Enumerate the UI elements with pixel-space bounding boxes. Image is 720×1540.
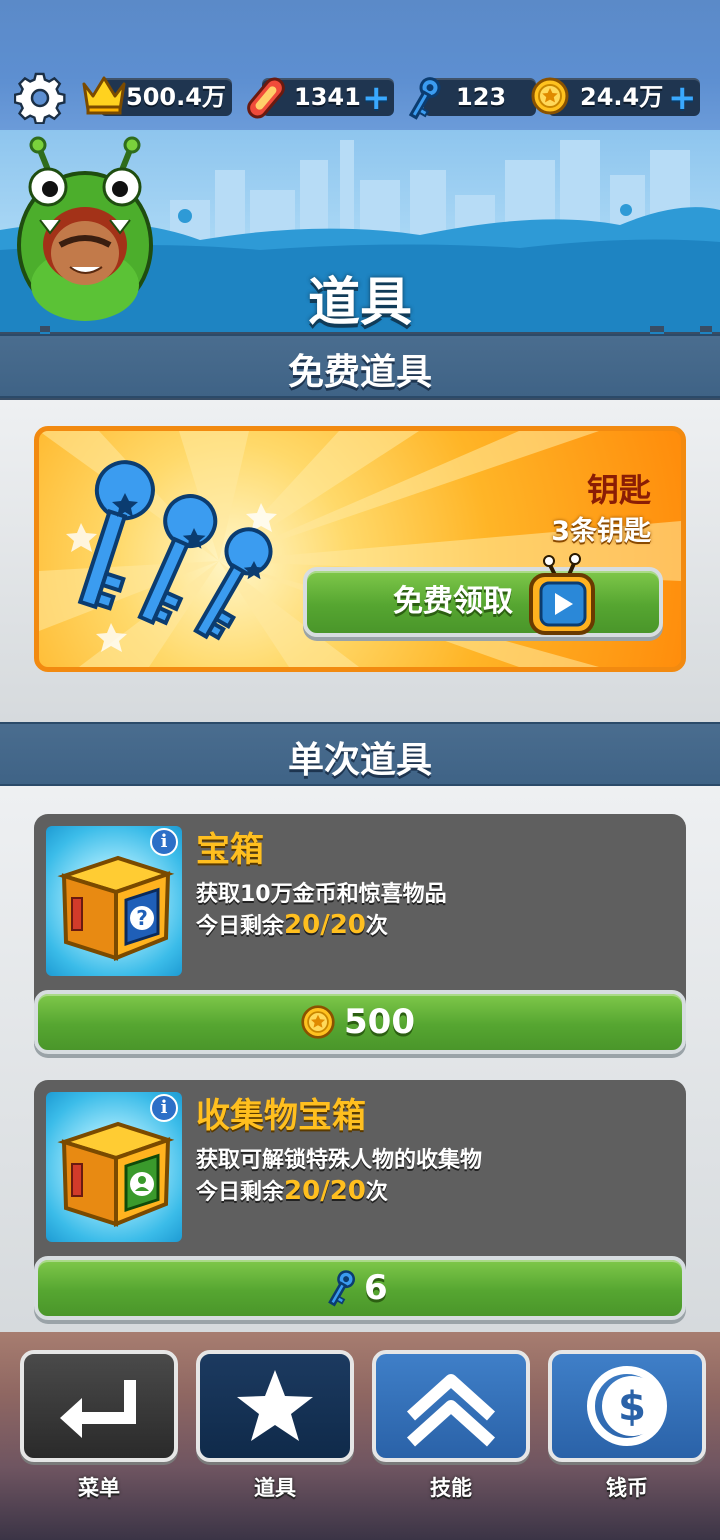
return-arrow-icon xyxy=(60,1380,136,1438)
hoverboard-value: 1341 xyxy=(294,83,361,111)
chest-desc: 获取10万金币和惊喜物品 xyxy=(196,882,447,907)
buy-collectibles-button[interactable]: 6 xyxy=(34,1256,686,1320)
nav-coins-label: 钱币 xyxy=(606,1476,648,1500)
bottom-nav: 菜单 道具 技能 $ 钱币 xyxy=(0,1332,720,1540)
hoverboard-icon xyxy=(247,77,285,119)
collectibles-desc: 获取可解锁特殊人物的收集物 xyxy=(196,1148,483,1173)
chest-remaining-prefix: 今日剩余 xyxy=(196,914,285,939)
collectibles-price: 6 xyxy=(364,1268,388,1308)
nav-menu-label: 菜单 xyxy=(78,1476,120,1500)
svg-text:?: ? xyxy=(136,906,148,930)
gear-icon[interactable] xyxy=(14,72,66,124)
double-chevron-up-icon xyxy=(406,1374,496,1447)
coin-icon xyxy=(531,77,569,115)
add-coins-button[interactable]: + xyxy=(668,81,697,115)
chest-remaining-suffix: 次 xyxy=(365,914,388,939)
nav-skills-button[interactable] xyxy=(372,1350,530,1462)
video-tv-icon[interactable] xyxy=(527,551,599,639)
key-icon xyxy=(408,77,441,120)
free-section-title: 免费道具 xyxy=(287,352,432,393)
collectibles-remaining-suffix: 次 xyxy=(365,1180,388,1205)
nav-coins-button[interactable]: $ xyxy=(548,1350,706,1462)
key-icon xyxy=(328,1270,356,1307)
score-value: 500.4万 xyxy=(126,83,226,111)
free-item-name: 钥匙 xyxy=(586,471,651,509)
collectibles-remaining-prefix: 今日剩余 xyxy=(196,1180,285,1205)
svg-text:$: $ xyxy=(618,1384,646,1430)
add-hoverboard-button[interactable]: + xyxy=(362,81,391,115)
nav-items-button[interactable] xyxy=(196,1350,354,1462)
collectibles-remaining-count: 20/20 xyxy=(284,1176,366,1206)
three-keys-icon xyxy=(66,460,277,652)
nav-items-label: 道具 xyxy=(254,1476,296,1500)
chest-name: 宝箱 xyxy=(196,830,264,870)
dollar-coin-icon: $ xyxy=(587,1366,667,1446)
collectibles-name: 收集物宝箱 xyxy=(196,1096,366,1136)
coin-icon xyxy=(301,1005,335,1039)
page-title: 道具 xyxy=(307,273,412,333)
coins-value: 24.4万 xyxy=(580,83,664,111)
chest-info-button[interactable]: i xyxy=(150,828,178,856)
claim-free-button[interactable]: 免费领取 xyxy=(303,567,663,637)
collectibles-info-button[interactable]: i xyxy=(150,1094,178,1122)
nav-skills-label: 技能 xyxy=(430,1476,472,1500)
chest-price: 500 xyxy=(344,1002,415,1042)
free-item-desc: 3条钥匙 xyxy=(551,516,651,547)
collectibles-remaining: 今日剩余20/20次 xyxy=(196,1174,388,1206)
star-icon xyxy=(237,1370,313,1441)
chest-remaining-count: 20/20 xyxy=(284,910,366,940)
keys-value: 123 xyxy=(456,83,507,111)
single-section-title: 单次道具 xyxy=(287,740,432,781)
chest-remaining: 今日剩余20/20次 xyxy=(196,908,388,940)
top-status-bar: 500.4万 1341 + 123 24.4万 + xyxy=(0,0,720,130)
crown-icon xyxy=(82,76,126,115)
nav-menu-button[interactable] xyxy=(20,1350,178,1462)
free-keys-card: 钥匙 3条钥匙 免费领取 xyxy=(34,426,686,672)
buy-chest-button[interactable]: 500 xyxy=(34,990,686,1054)
